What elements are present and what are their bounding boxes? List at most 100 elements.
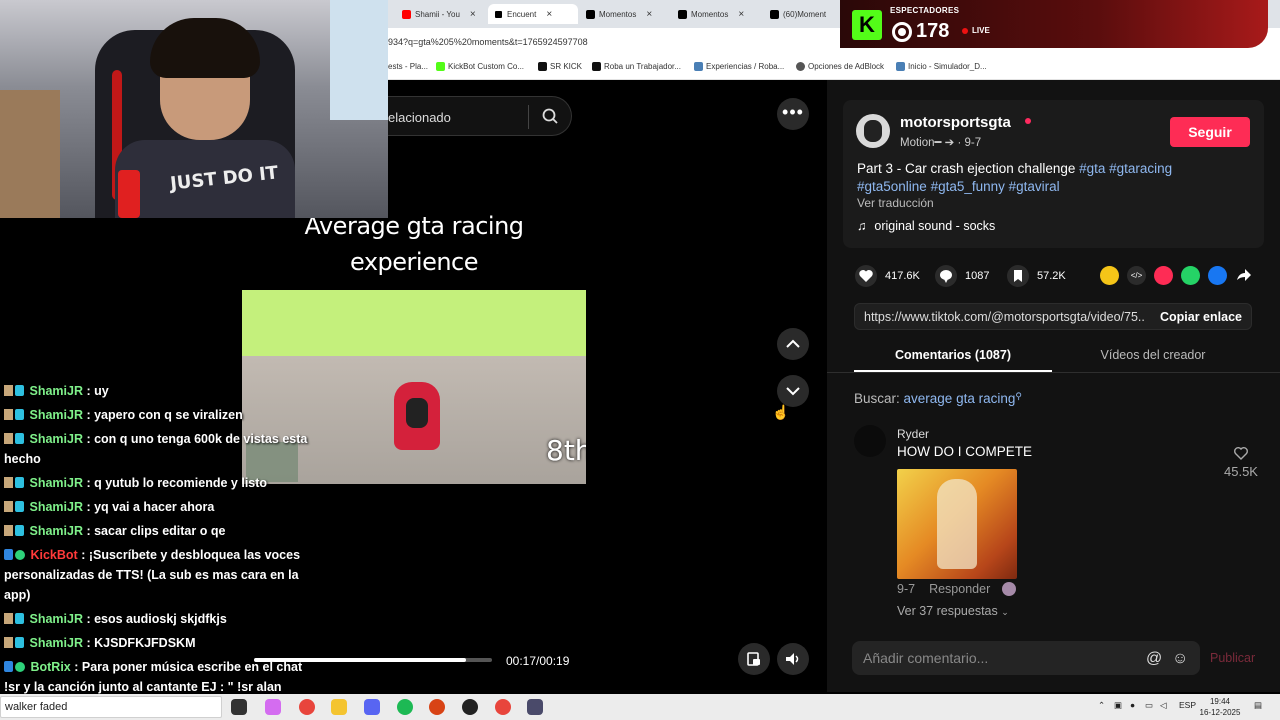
tab-momentos-3[interactable]: (60)Moment [764,4,844,24]
copy-link-button[interactable]: Copiar enlace [1160,310,1242,324]
webcam-window [330,0,388,120]
next-video-button[interactable] [777,375,809,407]
tab-encuentra[interactable]: Encuent × [488,4,578,24]
author-name[interactable]: motorsportsgta [900,114,1011,131]
more-options-button[interactable]: ••• [777,98,809,130]
related-search[interactable]: Buscar: average gta racing⚲ [854,391,1022,406]
folder-icon[interactable] [331,699,347,715]
kick-logo: K [852,10,882,40]
race-car [394,382,440,450]
bookmark-label: SR KICK [550,62,583,71]
comment-input-box[interactable]: Añadir comentario... @ ☺ [852,641,1200,675]
follow-button[interactable]: Seguir [1170,117,1250,147]
hashtag-link[interactable]: #gta #gtaracing [1079,161,1172,176]
share-icon[interactable] [1234,266,1253,285]
spotify-icon[interactable] [397,699,413,715]
embed-icon[interactable]: </> [1127,266,1146,285]
mention-icon[interactable]: @ [1146,650,1162,668]
chat-username: ShamiJR [29,500,83,514]
chrome-icon[interactable] [495,699,511,715]
discord-icon[interactable] [364,699,380,715]
close-icon[interactable]: × [470,9,476,20]
publish-button[interactable]: Publicar [1210,651,1255,665]
tab-momentos-2[interactable]: Momentos × [672,4,762,24]
close-icon[interactable]: × [546,9,552,20]
commenter-name[interactable]: Ryder [897,427,929,441]
volume-button[interactable] [777,643,809,675]
task-view-icon[interactable] [231,699,247,715]
badge-icon [15,501,24,512]
bookmark-item[interactable]: Opciones de AdBlock [796,62,884,71]
close-icon[interactable]: × [646,9,652,20]
commenter-avatar[interactable] [854,425,886,457]
bookmark-item[interactable]: SR KICK [538,62,582,71]
video-caption: Average gta racing experience [242,208,586,280]
badge-icon [4,385,13,396]
taskbar-clock[interactable]: 19:44 16-12-2025 [1196,696,1244,718]
author-avatar[interactable] [856,114,890,148]
tab-comments[interactable]: Comentarios (1087) [854,348,1052,362]
volume-icon [786,653,799,665]
tab-youtube[interactable]: Shamii - You × [396,4,488,24]
comment-image[interactable] [897,469,1017,579]
copilot-icon[interactable] [265,699,281,715]
bookmark-item[interactable]: ests - Pla... [388,62,428,71]
heart-outline-icon [1234,447,1248,460]
tray-device-icon[interactable]: ▣ [1114,700,1122,711]
chrome-icon[interactable] [299,699,315,715]
live-dot-icon [1025,118,1031,124]
bookmark-item[interactable]: Experiencias / Roba... [694,62,784,71]
speaker-icon[interactable]: ◁ [1160,700,1167,711]
comment-like-button[interactable] [1233,445,1249,466]
gear-icon [538,62,547,71]
comment-button[interactable]: 1087 [935,265,989,287]
chat-text: : q yutub lo recomiende y listo [82,476,268,490]
tiktok-search-box[interactable]: elacionado [388,96,572,136]
repost-icon[interactable] [1100,266,1119,285]
reply-button[interactable]: Responder [929,582,990,596]
chevron-down-icon: ⌄ [1001,607,1009,617]
like-button[interactable]: 417.6K [855,265,920,287]
hashtag-link[interactable]: #gta5online #gta5_funny #gtaviral [857,179,1060,194]
facebook-icon[interactable] [1208,266,1227,285]
related-search-query[interactable]: average gta racing [904,391,1016,406]
search-icon[interactable] [542,108,558,124]
microphone-icon[interactable]: ● [1130,700,1135,710]
previous-video-button[interactable] [777,328,809,360]
bookmark-item[interactable]: Inicio - Simulador_D... [896,62,987,71]
video-link-url[interactable]: https://www.tiktok.com/@motorsportsgta/v… [864,310,1146,324]
tab-label: Momentos [599,9,637,19]
chat-text: : yq vai a hacer ahora [82,500,215,514]
save-button[interactable]: 57.2K [1007,265,1066,287]
emoji-icon[interactable]: ☺ [1172,650,1188,668]
bookmark-label: KickBot Custom Co... [448,62,525,71]
app-icon[interactable] [462,699,478,715]
tab-creator-videos[interactable]: Vídeos del creador [1054,348,1252,362]
taskbar-search[interactable]: walker faded [0,696,222,718]
badge-icon [4,409,13,420]
viewer-count: 178 [892,20,949,43]
network-icon[interactable]: ▭ [1145,700,1153,711]
live-label: LIVE [972,26,990,35]
comment-date: 9-7 [897,582,916,596]
view-replies-button[interactable]: Ver 37 respuestas ⌄ [897,604,1009,618]
floating-player-button[interactable] [738,643,770,675]
notification-icon[interactable]: ▤ [1254,700,1262,711]
taskbar-search-input[interactable]: walker faded [5,701,67,713]
search-input[interactable]: elacionado [388,110,451,125]
language-indicator[interactable]: ESP [1179,700,1196,710]
calculator-icon[interactable] [527,699,543,715]
comment-input[interactable]: Añadir comentario... [863,650,988,666]
whatsapp-icon[interactable] [1181,266,1200,285]
send-icon[interactable] [1154,266,1173,285]
bookmark-item[interactable]: KickBot Custom Co... [436,62,524,71]
url-text[interactable]: 934?q=gta%205%20moments&t=1765924597708 [388,37,588,47]
sound-link[interactable]: ♫ original sound - socks [857,219,995,233]
tab-momentos-1[interactable]: Momentos × [580,4,670,24]
app-icon[interactable] [429,699,445,715]
chat-username: ShamiJR [29,636,83,650]
tray-chevron-icon[interactable]: ⌃ [1098,700,1105,711]
close-icon[interactable]: × [738,9,744,20]
bookmark-item[interactable]: Roba un Trabajador... [592,62,681,71]
translate-link[interactable]: Ver traducción [857,196,934,210]
